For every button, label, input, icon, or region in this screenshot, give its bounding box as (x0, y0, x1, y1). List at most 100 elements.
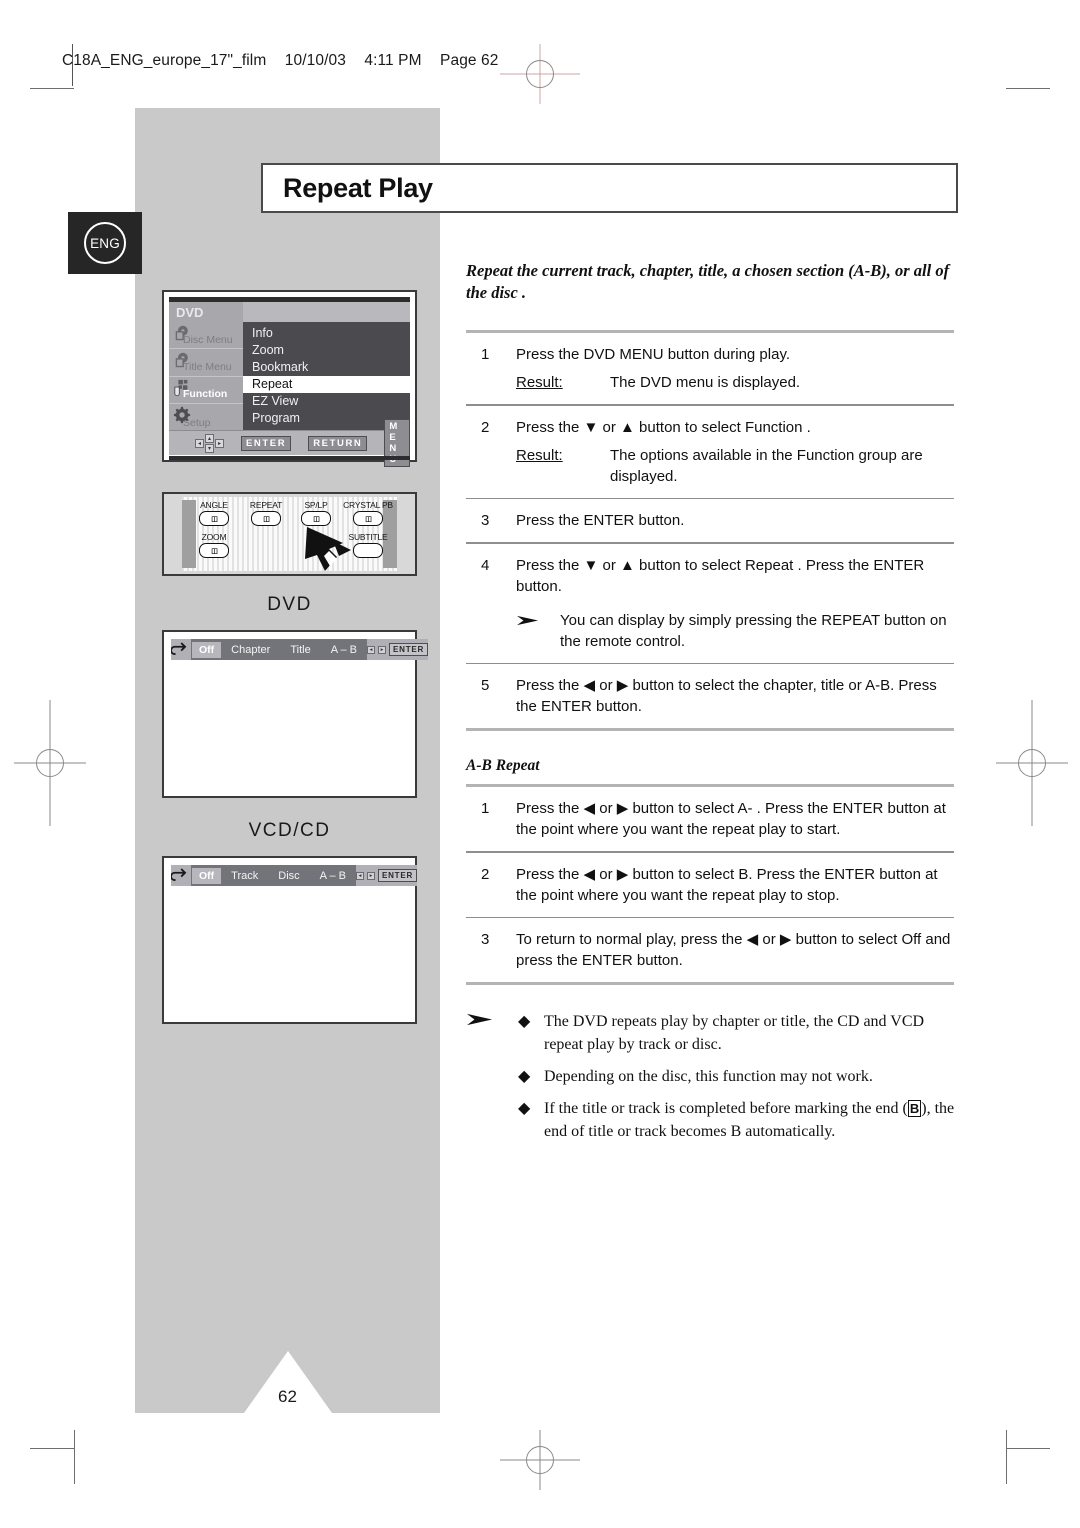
crystal-pb-button-icon: ◫ (353, 511, 383, 526)
step-1-text: Press the DVD MENU button during play. (516, 346, 791, 363)
osd-option-info[interactable]: Info (243, 325, 410, 342)
step-5-text: Press the ◀ or ▶ button to select the ch… (516, 677, 937, 715)
step-1-number: 1 (481, 346, 490, 363)
osd-nav-bar: ◂ ▴ ▾ ▸ ENTER RETURN M E N U (169, 419, 410, 467)
sidebar-item-disc-menu[interactable]: Disc Menu (169, 322, 243, 350)
ab-step-2: 2 Press the ◀ or ▶ button to select B. P… (466, 853, 954, 917)
osd-option-repeat[interactable]: Repeat (243, 376, 410, 393)
osd-option-zoom[interactable]: Zoom (243, 342, 410, 359)
slug-filename: C18A_ENG_europe_17"_film (62, 52, 267, 69)
repeat-cycle-icon (171, 639, 191, 660)
gear-icon (173, 406, 191, 424)
footnote-1-text: The DVD repeats play by chapter or title… (544, 1013, 925, 1053)
slug-page: Page 62 (440, 52, 499, 69)
footnote-3-boxed-b: B (907, 1100, 922, 1117)
vcd-repeat-track[interactable]: Track (221, 870, 268, 882)
footnote-3-text: If the title or track is completed befor… (544, 1097, 966, 1143)
osd-return-button[interactable]: RETURN (308, 435, 368, 451)
dpad-right-icon: ▸ (215, 438, 224, 448)
dvd-repeat-chapter[interactable]: Chapter (221, 644, 280, 656)
vcd-repeat-off[interactable]: Off (192, 867, 222, 884)
lead-paragraph: Repeat the current track, chapter, title… (466, 261, 950, 302)
ab-step-2-number: 2 (481, 865, 490, 883)
trim-line-top-right (1006, 88, 1050, 89)
vcd-caption: VCD/CD (248, 820, 331, 841)
footnote-3: ◆ If the title or track is completed bef… (466, 1097, 966, 1143)
sidebar-item-function[interactable]: Function (169, 377, 243, 404)
osd-option-list: Info Zoom Bookmark Repeat EZ View Progra… (243, 322, 410, 431)
step-3: 3 Press the ENTER button. (466, 499, 954, 542)
osd-enter-button[interactable]: ENTER (241, 435, 292, 451)
ab-step-3-text: To return to normal play, press the ◀ or… (516, 931, 951, 969)
step-5: 5 Press the ◀ or ▶ button to select the … (466, 664, 954, 728)
osd-menu-illustration: DVD Disc Menu Title Menu Function Setup … (162, 290, 417, 467)
vcd-left-arrow-icon: ◂ (355, 871, 364, 880)
step-5-number: 5 (481, 677, 490, 694)
vcd-right-arrow-icon: ▸ (366, 871, 375, 880)
dvd-repeat-off[interactable]: Off (192, 641, 222, 658)
trim-line-bottom-left (30, 1448, 74, 1449)
angle-button-icon: ◫ (199, 511, 229, 526)
dvd-repeat-bar: Off Chapter Title A – B ◂ ▸ ENTER (171, 639, 429, 660)
sidebar-item-setup[interactable]: Setup (169, 404, 243, 431)
step-3-text: Press the ENTER button. (516, 512, 685, 529)
dvd-repeat-title[interactable]: Title (280, 644, 320, 656)
ab-step-3-number: 3 (481, 931, 490, 948)
remote-key-crystal-pb[interactable]: CRYSTAL PB ◫ (337, 500, 397, 526)
step-2-result-text: The options available in the Function gr… (610, 446, 923, 485)
step-2-result: Result: The options available in the Fun… (516, 445, 954, 487)
footnote-3-spacer (466, 1097, 518, 1143)
vcd-enter-button[interactable]: ENTER (377, 869, 418, 882)
trim-line-top-left (30, 88, 74, 89)
dvd-repeat-ab[interactable]: A – B (321, 644, 367, 656)
step-2-result-key: Result: (516, 446, 563, 464)
dvd-caption: DVD (267, 594, 312, 615)
trim-line-left-vert (74, 1430, 75, 1484)
ab-step-1-text: Press the ◀ or ▶ button to select A- . P… (516, 800, 946, 838)
vcd-repeat-disc[interactable]: Disc (268, 870, 309, 882)
remote-key-splp[interactable]: SP/LP ◫ (294, 500, 338, 526)
zoom-button-icon: ◫ (199, 543, 229, 558)
ab-repeat-heading: A-B Repeat (466, 757, 540, 774)
step-1: 1 Press the DVD MENU button during play.… (466, 333, 954, 404)
diamond-bullet-icon: ◆ (518, 1068, 531, 1085)
dvd-repeat-tail: ◂ ▸ ENTER (366, 639, 429, 660)
remote-control-illustration: ANGLE ◫ REPEAT ◫ SP/LP ◫ CRYSTAL PB ◫ ZO… (162, 492, 417, 576)
footnote-1: ◆ The DVD repeats play by chapter or tit… (466, 1010, 966, 1056)
language-badge-label: ENG (84, 222, 126, 264)
osd-bottom-bar (169, 456, 410, 460)
diamond-bullet-icon: ◆ (518, 1100, 531, 1117)
remote-key-repeat[interactable]: REPEAT ◫ (240, 500, 292, 526)
repeat-button-icon: ◫ (251, 511, 281, 526)
osd-option-bookmark[interactable]: Bookmark (243, 359, 410, 376)
dvd-right-arrow-icon: ▸ (377, 645, 386, 654)
osd-option-ez-view[interactable]: EZ View (243, 393, 410, 410)
page-number: 62 (278, 1387, 297, 1406)
dvd-repeat-options: Off Chapter Title A – B (191, 639, 367, 660)
registration-mark-bottom (500, 1430, 580, 1490)
divider (466, 982, 954, 985)
step-4-number: 4 (481, 556, 490, 574)
remote-key-splp-label: SP/LP (304, 500, 328, 510)
footnote-2-spacer (466, 1065, 518, 1088)
step-2-number: 2 (481, 418, 490, 436)
remote-key-angle[interactable]: ANGLE ◫ (190, 500, 238, 526)
osd-header-label: DVD (169, 302, 243, 322)
remote-key-zoom[interactable]: ZOOM ◫ (190, 532, 238, 558)
title-menu-icon (173, 351, 191, 369)
footnote-2: ◆ Depending on the disc, this function m… (466, 1065, 966, 1088)
trim-line-bottom-right (1006, 1448, 1050, 1449)
remote-key-angle-label: ANGLE (200, 500, 228, 510)
sidebar-item-title-menu[interactable]: Title Menu (169, 349, 243, 377)
step-3-number: 3 (481, 512, 490, 529)
step-1-result-key: Result: (516, 374, 563, 391)
vcd-repeat-options: Off Track Disc A – B (191, 865, 356, 886)
vcd-screen-illustration: Off Track Disc A – B ◂ ▸ ENTER (162, 856, 418, 1024)
divider (466, 728, 954, 731)
slug-time: 4:11 PM (364, 52, 422, 69)
vcd-repeat-ab[interactable]: A – B (310, 870, 356, 882)
trim-line-right-vert (1006, 1430, 1007, 1484)
dvd-enter-button[interactable]: ENTER (388, 643, 429, 656)
remote-key-crystal-pb-label: CRYSTAL PB (343, 500, 393, 510)
footnotes: ◆ The DVD repeats play by chapter or tit… (466, 1010, 966, 1152)
